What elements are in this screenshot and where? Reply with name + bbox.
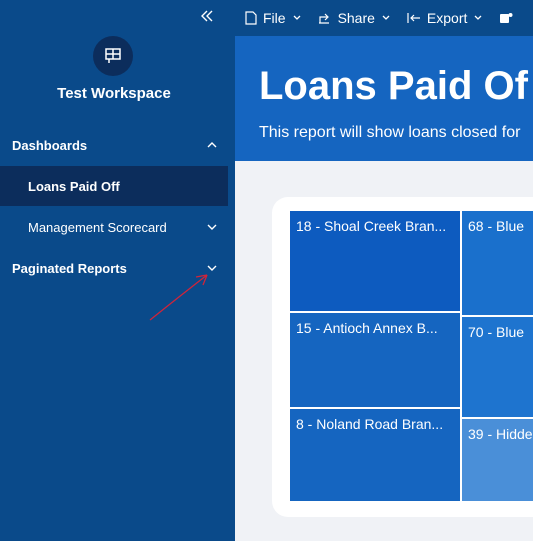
nav-section-dashboards[interactable]: Dashboards <box>0 125 228 165</box>
file-label: File <box>263 10 286 26</box>
workspace-name: Test Workspace <box>57 85 171 102</box>
nav-item-loans-paid-off[interactable]: Loans Paid Off <box>0 166 228 206</box>
file-icon <box>245 11 257 25</box>
treemap-tile-15-antioch-annex[interactable]: 15 - Antioch Annex B... <box>290 313 460 407</box>
chevron-up-icon <box>207 142 217 148</box>
sidebar: Test Workspace Dashboards Loans Paid Off… <box>0 0 235 541</box>
tile-label: 15 - Antioch Annex B... <box>296 320 438 336</box>
nav-item-management-scorecard[interactable]: Management Scorecard <box>0 207 228 247</box>
share-menu-button[interactable]: Share <box>318 10 391 26</box>
share-icon <box>318 13 329 24</box>
nav-section-paginated-reports[interactable]: Paginated Reports <box>0 248 228 288</box>
treemap-visual: 18 - Shoal Creek Bran... 15 - Antioch An… <box>272 197 533 517</box>
tile-label: 18 - Shoal Creek Bran... <box>296 218 447 234</box>
nav-label: Paginated Reports <box>12 260 127 276</box>
workspace-icon <box>105 48 121 63</box>
treemap-tile-39-hidden[interactable]: 39 - Hidde <box>462 419 533 501</box>
nav-label: Management Scorecard <box>28 219 167 235</box>
treemap-tile-18-shoal-creek[interactable]: 18 - Shoal Creek Bran... <box>290 211 460 311</box>
collapse-sidebar-icon[interactable] <box>198 6 216 26</box>
tile-label: 70 - Blue <box>468 324 525 340</box>
teams-icon <box>500 13 513 23</box>
chevron-down-icon <box>474 15 482 20</box>
export-icon <box>407 13 420 23</box>
treemap-tile-68-blue[interactable]: 68 - Blue <box>462 211 533 315</box>
tile-label: 68 - Blue <box>468 218 525 234</box>
nav-label: Dashboards <box>12 137 88 153</box>
nav-label: Loans Paid Off <box>28 178 120 194</box>
tile-label: 8 - Noland Road Bran... <box>296 416 444 432</box>
treemap-tile-8-noland-road[interactable]: 8 - Noland Road Bran... <box>290 409 460 501</box>
tile-label: 39 - Hidde <box>468 426 533 442</box>
workspace-avatar <box>93 36 133 76</box>
report-toolbar: File Share Export <box>235 0 533 36</box>
share-label: Share <box>337 10 375 26</box>
report-header: Loans Paid Of This report will show loan… <box>235 36 533 161</box>
report-title: Loans Paid Of <box>259 64 528 108</box>
export-label: Export <box>426 10 468 26</box>
file-menu-button[interactable]: File <box>245 10 302 26</box>
report-subtitle: This report will show loans closed for <box>259 124 521 141</box>
export-menu-button[interactable]: Export <box>407 10 483 26</box>
teams-button[interactable] <box>499 11 513 25</box>
chevron-down-icon <box>293 15 301 20</box>
chevron-down-icon[interactable] <box>206 262 218 274</box>
treemap-tile-70-blue[interactable]: 70 - Blue <box>462 317 533 417</box>
chevron-down-icon <box>382 15 390 20</box>
chevron-down-icon <box>207 224 217 230</box>
